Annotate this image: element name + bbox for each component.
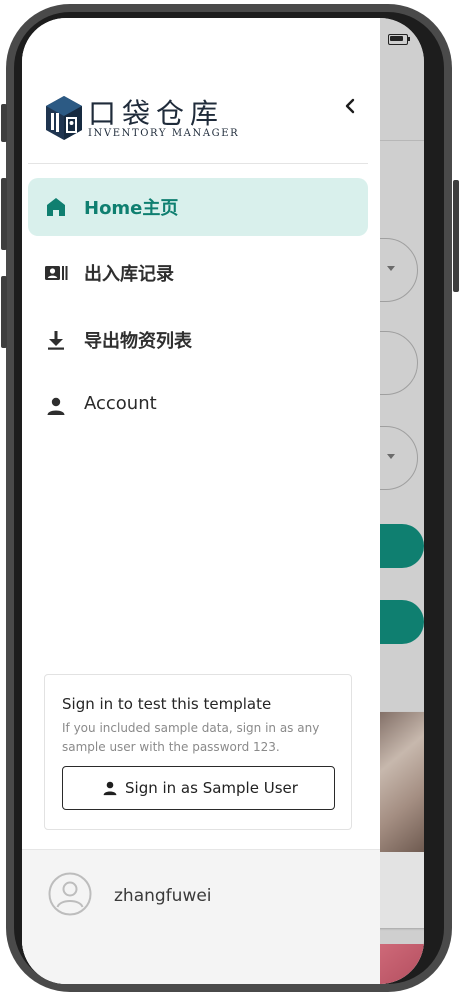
app-logo-subtitle: INVENTORY MANAGER xyxy=(88,128,240,139)
signin-title: Sign in to test this template xyxy=(62,695,272,713)
username: zhangfuwei xyxy=(114,886,212,906)
caret-down-icon xyxy=(387,454,395,459)
background-item-card-2 xyxy=(374,944,424,984)
phone-side-button-volume-up xyxy=(1,178,7,250)
phone-side-button-power xyxy=(453,180,459,292)
nav-item-home[interactable]: Home主页 xyxy=(28,178,368,236)
device-screen: 口袋仓库 INVENTORY MANAGER Home主页 出入库记录 导出物资… xyxy=(22,18,424,984)
phone-side-button-mute xyxy=(1,104,7,142)
nav-item-records[interactable]: 出入库记录 xyxy=(28,244,368,302)
nav-item-label: 出入库记录 xyxy=(84,264,174,285)
sign-in-sample-user-button[interactable]: Sign in as Sample User xyxy=(62,766,335,810)
home-icon xyxy=(47,198,65,216)
drawer-divider xyxy=(28,163,368,164)
nav-item-account[interactable]: Account xyxy=(28,377,368,435)
battery-icon xyxy=(388,34,410,45)
sign-in-button-label: Sign in as Sample User xyxy=(125,779,298,797)
nav-item-export-list[interactable]: 导出物资列表 xyxy=(28,311,368,369)
nav-item-label: Home主页 xyxy=(84,198,179,219)
chevron-left-icon[interactable] xyxy=(338,94,362,118)
background-item-photo xyxy=(374,712,424,852)
sample-signin-card: Sign in to test this template If you inc… xyxy=(44,674,352,830)
drawer-header: 口袋仓库 INVENTORY MANAGER xyxy=(22,18,380,163)
download-icon xyxy=(48,331,64,350)
nav-item-label: Account xyxy=(84,393,157,414)
drawer-user-footer[interactable]: zhangfuwei xyxy=(22,849,380,984)
person-icon xyxy=(103,781,117,796)
signin-description: If you included sample data, sign in as … xyxy=(62,721,320,754)
app-logo-title: 口袋仓库 xyxy=(88,97,225,130)
contact-card-icon xyxy=(45,266,68,280)
phone-side-button-volume-down xyxy=(1,276,7,348)
person-icon xyxy=(47,397,65,415)
navigation-drawer: 口袋仓库 INVENTORY MANAGER Home主页 出入库记录 导出物资… xyxy=(22,18,380,984)
warehouse-logo-icon xyxy=(46,96,82,140)
account-circle-icon xyxy=(48,872,92,916)
nav-item-label: 导出物资列表 xyxy=(84,331,192,352)
caret-down-icon xyxy=(387,266,395,271)
background-item-card xyxy=(374,712,424,928)
background-header-divider xyxy=(378,140,424,141)
